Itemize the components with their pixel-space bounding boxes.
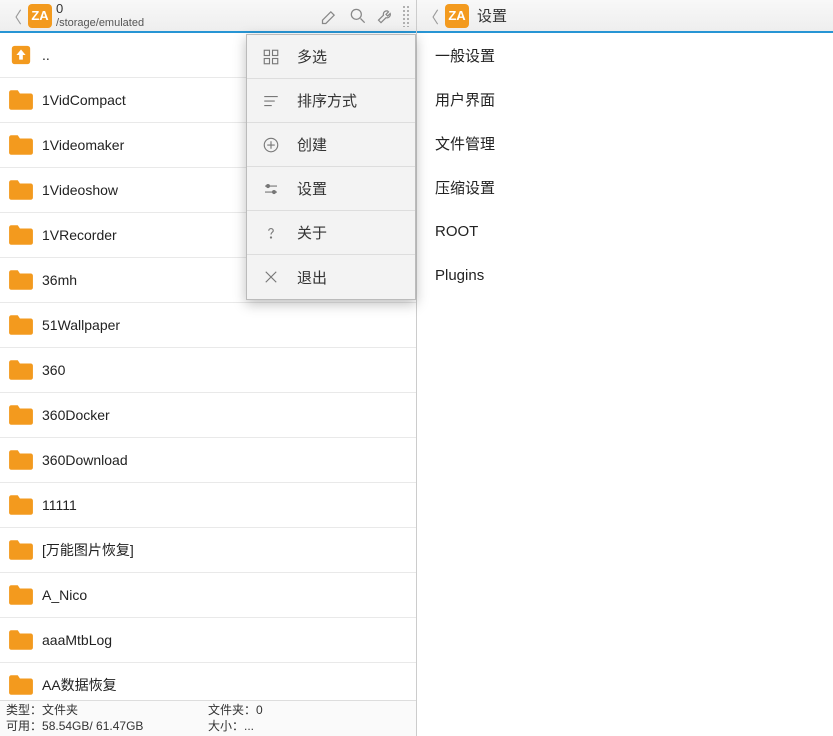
settings-title: 设置: [477, 5, 507, 26]
settings-label: 用户界面: [435, 89, 495, 110]
header-title: 0: [56, 2, 316, 16]
folder-name: A_Nico: [42, 587, 87, 603]
status-size-label: 大小：: [208, 719, 244, 733]
menu-item[interactable]: 设置: [247, 167, 415, 211]
edit-icon[interactable]: [316, 2, 344, 30]
app-logo[interactable]: ZA: [445, 4, 469, 28]
folder-icon: [8, 89, 34, 111]
settings-label: 压缩设置: [435, 177, 495, 198]
folder-icon: [8, 494, 34, 516]
folder-name: [万能图片恢复]: [42, 540, 134, 560]
folder-name: 360: [42, 362, 65, 378]
left-header: 〈 ZA 0 /storage/emulated: [0, 0, 416, 33]
status-folders-label: 文件夹：: [208, 703, 256, 717]
folder-name: 1VidCompact: [42, 92, 126, 108]
folder-name: 1Videoshow: [42, 182, 118, 198]
folder-name: 36mh: [42, 272, 77, 288]
plus-circle-icon: [259, 136, 283, 154]
folder-icon: [8, 224, 34, 246]
menu-label: 排序方式: [297, 90, 357, 111]
folder-icon: [8, 584, 34, 606]
menu-label: 设置: [297, 178, 327, 199]
folder-row[interactable]: aaaMtbLog: [0, 618, 416, 663]
header-path: /storage/emulated: [56, 17, 316, 29]
folder-row[interactable]: AA数据恢复: [0, 663, 416, 700]
up-label: ..: [42, 47, 50, 63]
menu-grip-icon[interactable]: [402, 5, 410, 27]
menu-label: 关于: [297, 222, 327, 243]
settings-label: ROOT: [435, 223, 478, 240]
folder-name: 360Download: [42, 452, 128, 468]
up-arrow-icon: [8, 44, 34, 66]
back-icon[interactable]: 〈: [421, 4, 441, 28]
x-icon: [259, 268, 283, 286]
folder-icon: [8, 629, 34, 651]
context-menu: 多选排序方式创建设置关于退出: [246, 34, 416, 300]
sort-icon: [259, 92, 283, 110]
folder-name: AA数据恢复: [42, 675, 117, 695]
menu-item[interactable]: 多选: [247, 35, 415, 79]
menu-item[interactable]: 创建: [247, 123, 415, 167]
status-avail-value: 58.54GB/ 61.47GB: [42, 719, 143, 733]
menu-item[interactable]: 排序方式: [247, 79, 415, 123]
sliders-icon: [259, 180, 283, 198]
status-avail-label: 可用：: [6, 719, 42, 733]
folder-icon: [8, 179, 34, 201]
folder-row[interactable]: 11111: [0, 483, 416, 528]
settings-label: 文件管理: [435, 133, 495, 154]
wrench-icon[interactable]: [372, 2, 400, 30]
folder-icon: [8, 134, 34, 156]
back-icon[interactable]: 〈: [4, 4, 24, 28]
menu-item[interactable]: 退出: [247, 255, 415, 299]
folder-name: 11111: [42, 497, 77, 513]
folder-name: 360Docker: [42, 407, 110, 423]
menu-label: 退出: [297, 267, 327, 288]
folder-row[interactable]: 360Download: [0, 438, 416, 483]
menu-label: 多选: [297, 46, 327, 67]
settings-item[interactable]: 文件管理: [417, 121, 833, 165]
folder-icon: [8, 539, 34, 561]
folder-icon: [8, 359, 34, 381]
folder-name: 51Wallpaper: [42, 317, 120, 333]
folder-icon: [8, 269, 34, 291]
folder-name: 1Videomaker: [42, 137, 124, 153]
settings-label: 一般设置: [435, 45, 495, 66]
help-icon: [259, 224, 283, 242]
right-header: 〈 ZA 设置: [417, 0, 833, 33]
menu-label: 创建: [297, 134, 327, 155]
folder-name: 1VRecorder: [42, 227, 117, 243]
settings-item[interactable]: 压缩设置: [417, 165, 833, 209]
folder-icon: [8, 314, 34, 336]
folder-row[interactable]: 51Wallpaper: [0, 303, 416, 348]
settings-item[interactable]: 用户界面: [417, 77, 833, 121]
folder-row[interactable]: 360Docker: [0, 393, 416, 438]
search-icon[interactable]: [344, 2, 372, 30]
folder-row[interactable]: A_Nico: [0, 573, 416, 618]
menu-item[interactable]: 关于: [247, 211, 415, 255]
settings-item[interactable]: ROOT: [417, 209, 833, 253]
status-folders-value: 0: [256, 703, 263, 717]
status-type-label: 类型：: [6, 703, 42, 717]
folder-row[interactable]: 360: [0, 348, 416, 393]
app-logo[interactable]: ZA: [28, 4, 52, 28]
folder-row[interactable]: [万能图片恢复]: [0, 528, 416, 573]
settings-label: Plugins: [435, 267, 484, 284]
grid-icon: [259, 48, 283, 66]
status-size-value: ...: [244, 719, 254, 733]
folder-icon: [8, 449, 34, 471]
folder-icon: [8, 404, 34, 426]
settings-list: 一般设置用户界面文件管理压缩设置 ROOT Plugins: [417, 33, 833, 736]
folder-icon: [8, 674, 34, 696]
settings-item[interactable]: Plugins: [417, 253, 833, 297]
settings-item[interactable]: 一般设置: [417, 33, 833, 77]
status-bar: 类型：文件夹 可用：58.54GB/ 61.47GB 文件夹：0 大小：...: [0, 700, 416, 736]
folder-name: aaaMtbLog: [42, 632, 112, 648]
status-type-value: 文件夹: [42, 703, 78, 717]
